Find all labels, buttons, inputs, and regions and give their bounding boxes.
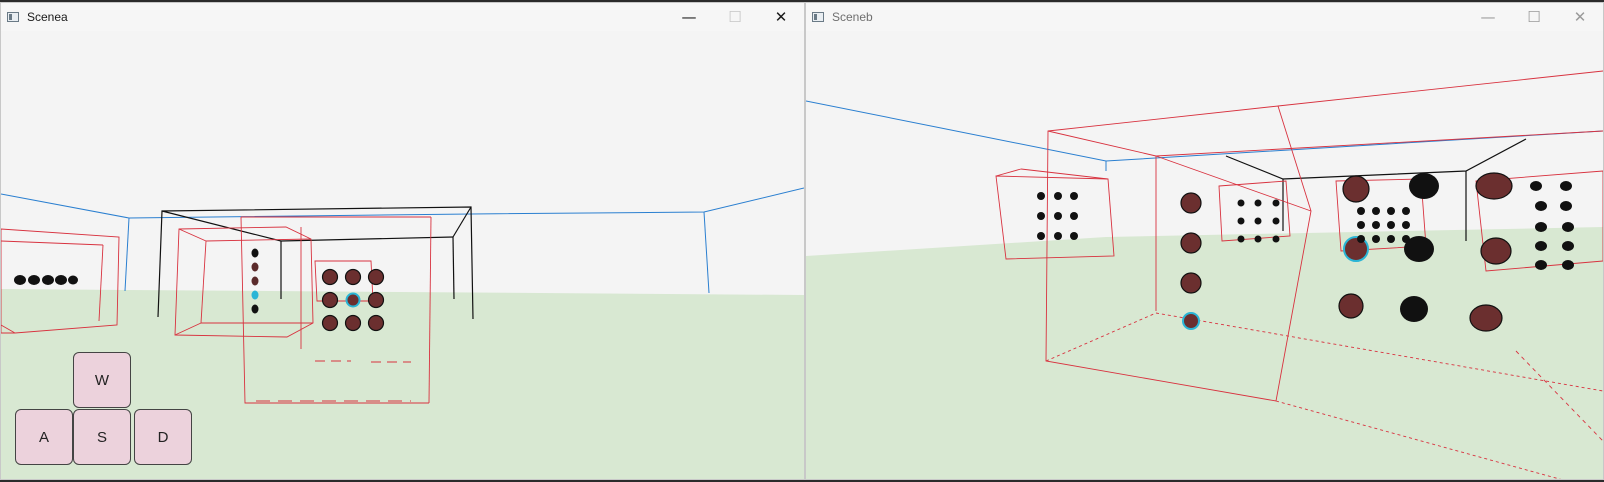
minimize-icon[interactable]: — bbox=[1465, 3, 1511, 31]
a-key-button[interactable]: A bbox=[15, 409, 73, 465]
d-key-button[interactable]: D bbox=[134, 409, 192, 465]
minimize-icon[interactable]: — bbox=[666, 3, 712, 31]
3d-viewport[interactable] bbox=[806, 31, 1603, 480]
app-icon bbox=[812, 12, 824, 22]
maximize-icon[interactable]: ☐ bbox=[712, 3, 758, 31]
close-icon[interactable]: ✕ bbox=[1557, 3, 1603, 31]
title-bar[interactable]: Sceneb — ☐ ✕ bbox=[806, 3, 1603, 31]
s-key-button[interactable]: S bbox=[73, 409, 131, 465]
ground-plane bbox=[806, 227, 1603, 479]
scenea-window[interactable]: Scenea — ☐ ✕ W A S D bbox=[0, 2, 805, 480]
maximize-icon[interactable]: ☐ bbox=[1511, 3, 1557, 31]
sphere-grid bbox=[321, 268, 385, 332]
app-icon bbox=[7, 12, 19, 22]
w-key-button[interactable]: W bbox=[73, 352, 131, 408]
window-title: Scenea bbox=[27, 10, 68, 24]
sceneb-window[interactable]: Sceneb — ☐ ✕ bbox=[805, 2, 1604, 480]
window-title: Sceneb bbox=[832, 10, 873, 24]
title-bar[interactable]: Scenea — ☐ ✕ bbox=[1, 3, 804, 31]
close-icon[interactable]: ✕ bbox=[758, 3, 804, 31]
